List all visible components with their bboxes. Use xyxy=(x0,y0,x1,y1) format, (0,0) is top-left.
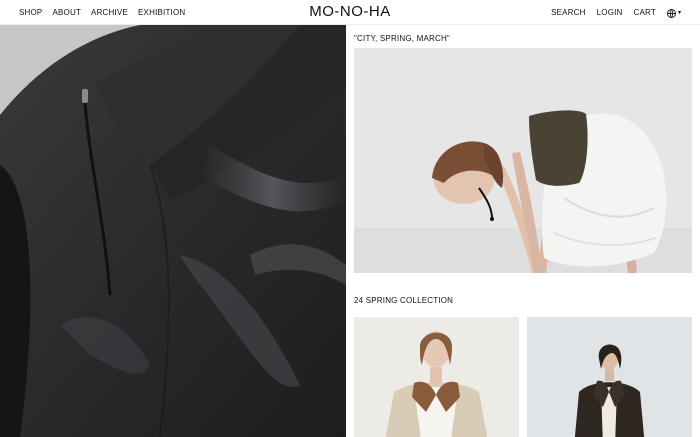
chevron-down-icon: ▾ xyxy=(677,10,681,16)
leather-jacket-image xyxy=(0,25,346,437)
collection-title[interactable]: 24 SPRING COLLECTION xyxy=(354,296,453,306)
cart-link[interactable]: CART xyxy=(634,8,656,18)
search-link[interactable]: SEARCH xyxy=(551,8,586,18)
language-selector[interactable]: ▾ xyxy=(666,8,681,18)
utility-nav: SEARCH LOGIN CART ▾ xyxy=(551,8,681,18)
login-link[interactable]: LOGIN xyxy=(597,8,623,18)
site-header: SHOP ABOUT ARCHIVE EXHIBITION MO-NO-HA S… xyxy=(0,0,700,25)
collection-thumbnail[interactable] xyxy=(354,317,519,437)
feature-title[interactable]: "CITY, SPRING, MARCH" xyxy=(354,34,450,44)
model-trench-coat-image xyxy=(354,317,519,437)
hero-image[interactable] xyxy=(0,25,346,437)
globe-icon xyxy=(666,8,676,18)
model-bending-image xyxy=(354,48,692,273)
feature-image[interactable] xyxy=(354,48,692,273)
model-leather-jacket-image xyxy=(527,317,692,437)
collection-thumbnail[interactable] xyxy=(527,317,692,437)
